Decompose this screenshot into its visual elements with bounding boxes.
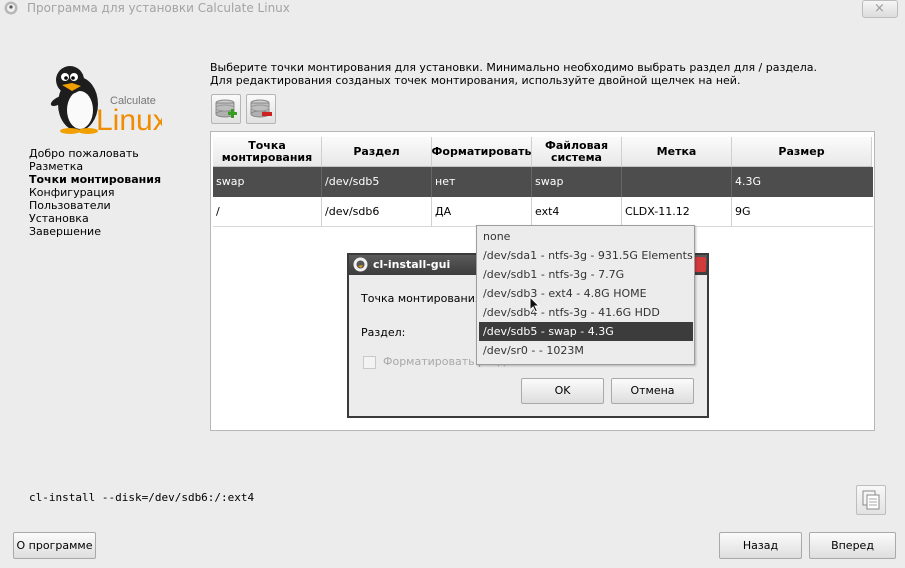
instructions: Выберите точки монтирования для установк… [210,61,817,87]
table-row[interactable]: swap /dev/sdb5 нет swap 4.3G [213,167,873,197]
column-header-format[interactable]: Форматировать [432,137,532,167]
command-preview: cl-install --disk=/dev/sdb6:/:ext4 [29,491,255,504]
window-close-button[interactable]: × [862,0,898,18]
column-header-partition[interactable]: Раздел [322,137,432,167]
step-installation: Установка [29,212,89,225]
format-checkbox[interactable] [363,356,376,369]
dropdown-option[interactable]: /dev/sdb1 - ntfs-3g - 7.7G [479,265,693,284]
step-completion: Завершение [29,225,101,238]
dropdown-option[interactable]: /dev/sda1 - ntfs-3g - 931.5G Elements [479,246,693,265]
ok-button[interactable]: OK [521,378,604,404]
dialog-title: cl-install-gui [373,258,451,271]
cell-size: 4.3G [735,175,762,188]
disk-add-icon [215,99,237,118]
dropdown-option-selected[interactable]: /dev/sdb5 - swap - 4.3G [479,322,693,341]
disk-remove-icon [250,99,272,118]
window-title: Программа для установки Calculate Linux [27,1,290,15]
copy-command-button[interactable] [856,485,886,515]
cell-label: CLDX-11.12 [622,197,732,227]
remove-mount-point-button[interactable] [246,94,276,124]
logo-big-text: Linux [96,104,162,134]
step-welcome: Добро пожаловать [29,147,139,160]
column-header-mount-point[interactable]: Точка монтирования [213,137,322,167]
penguin-app-icon [353,257,368,272]
column-header-filesystem[interactable]: Файловая система [532,137,622,167]
cell-partition: /dev/sdb6 [322,197,432,227]
mouse-cursor-icon [529,296,541,313]
about-button[interactable]: О программе [13,532,96,559]
cell-filesystem: swap [532,167,622,197]
dropdown-option[interactable]: /dev/sdb3 - ext4 - 4.8G HOME [479,284,693,303]
dropdown-option[interactable]: /dev/sdb4 - ntfs-3g - 41.6G HDD [479,303,693,322]
cell-format: нет [432,167,532,197]
cell-format: ДА [432,197,532,227]
cell-label [622,167,732,197]
copy-icon [862,490,880,510]
instructions-line-2: Для редактирования созданых точек монтир… [210,74,741,87]
mount-point-label: Точка монтирования: [361,292,486,305]
dropdown-option[interactable]: none [479,227,693,246]
step-partitioning: Разметка [29,160,84,173]
cell-filesystem: ext4 [532,197,622,227]
table-row[interactable]: / /dev/sdb6 ДА ext4 CLDX-11.12 9G [213,197,873,227]
back-button[interactable]: Назад [719,532,802,559]
step-configuration: Конфигурация [29,186,115,199]
calculate-linux-logo: Calculate Linux [50,66,162,134]
next-button[interactable]: Вперед [809,532,896,559]
add-mount-point-button[interactable] [211,94,241,124]
column-header-size[interactable]: Размер [732,137,872,167]
close-icon: × [874,1,885,16]
cancel-button[interactable]: Отмена [611,378,694,404]
cell-partition: /dev/sdb5 [322,167,432,197]
partition-label: Раздел: [361,326,406,339]
dropdown-option[interactable]: /dev/sr0 - - 1023M [479,341,693,360]
cell-size: 9G [735,205,751,218]
column-header-label[interactable]: Метка [622,137,732,167]
instructions-line-1: Выберите точки монтирования для установк… [210,61,817,74]
cell-mount: swap [213,167,322,197]
step-mount-points: Точки монтирования [29,173,162,186]
cell-mount: / [213,197,322,227]
step-users: Пользователи [29,199,111,212]
penguin-app-icon [4,1,18,15]
